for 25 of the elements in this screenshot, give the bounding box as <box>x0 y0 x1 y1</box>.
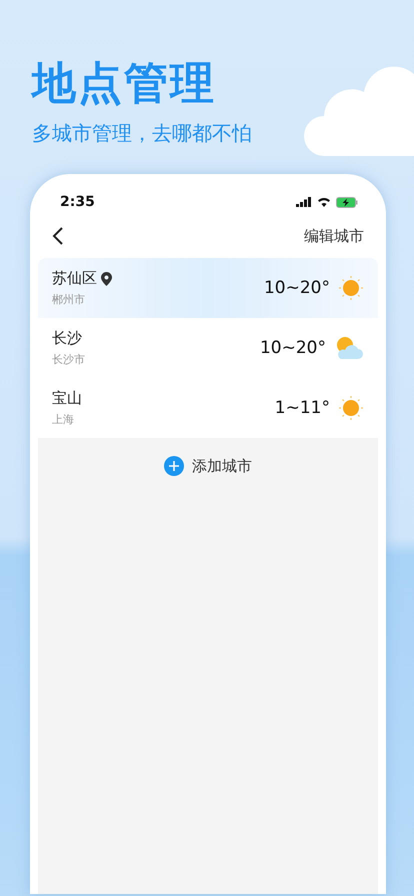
city-name: 长沙 <box>52 329 82 348</box>
city-name: 苏仙区 <box>52 269 97 288</box>
add-city-button[interactable]: 添加城市 <box>164 456 252 476</box>
city-item[interactable]: 苏仙区 郴州市 10~20° <box>38 258 378 318</box>
city-item[interactable]: 宝山 上海 1~11° <box>38 378 378 438</box>
temperature-range: 10~20° <box>260 338 326 358</box>
city-name: 宝山 <box>52 389 82 408</box>
city-region: 长沙市 <box>52 352 85 367</box>
back-button[interactable] <box>52 226 64 246</box>
page-title: 地点管理 <box>32 58 216 110</box>
city-item[interactable]: 长沙 长沙市 10~20° <box>38 318 378 378</box>
sun-icon <box>338 395 364 421</box>
plus-icon <box>164 456 184 476</box>
battery-charging-icon <box>336 196 358 208</box>
sun-icon <box>338 275 364 301</box>
status-time: 2:35 <box>60 194 95 210</box>
temperature-range: 1~11° <box>274 398 330 418</box>
edit-cities-button[interactable]: 编辑城市 <box>304 226 364 246</box>
wifi-icon <box>317 197 331 207</box>
page-subtitle: 多城市管理，去哪都不怕 <box>32 120 252 146</box>
city-region: 上海 <box>52 412 75 427</box>
city-region: 郴州市 <box>52 292 86 307</box>
signal-icon <box>296 197 312 207</box>
temperature-range: 10~20° <box>264 278 330 298</box>
sun-behind-cloud-icon <box>334 336 364 360</box>
